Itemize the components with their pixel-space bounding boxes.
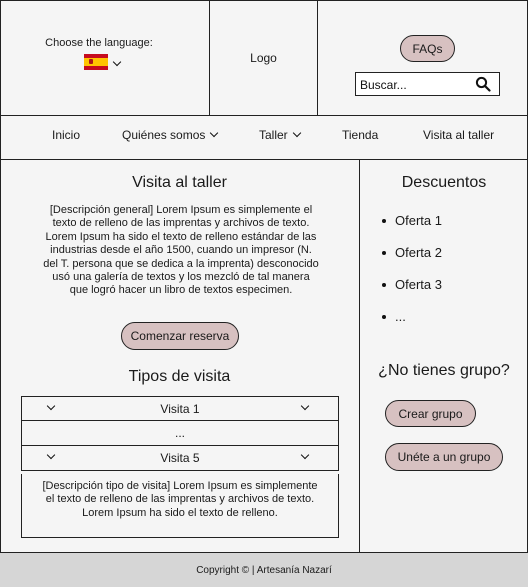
accordion-ellipsis: ...: [21, 420, 339, 446]
spain-flag-icon: [84, 54, 108, 70]
bullet-icon: [382, 315, 386, 319]
header: Choose the language: Logo FAQs: [0, 0, 528, 116]
accordion-visita-1[interactable]: Visita 1: [21, 396, 339, 421]
accordion-label: ...: [174, 426, 185, 440]
bullet-icon: [382, 251, 386, 255]
general-description: [Descripción general] Lorem Ipsum es sim…: [43, 204, 319, 297]
bullet-icon: [382, 219, 386, 223]
chevron-down-icon: [292, 128, 301, 138]
nav-item-tienda[interactable]: Tienda: [342, 128, 378, 142]
chevron-down-icon: [300, 450, 310, 460]
sidebar: Descuentos Oferta 1 Oferta 2 Oferta 3 ..…: [360, 160, 528, 552]
list-item[interactable]: Oferta 1: [382, 213, 442, 245]
logo-text: Logo: [250, 51, 277, 65]
chevron-down-icon: [210, 128, 219, 138]
chevron-down-icon: [300, 401, 310, 411]
nav-item-taller[interactable]: Taller: [259, 128, 301, 142]
nav-item-label: Taller: [259, 128, 288, 142]
chevron-down-icon: [46, 450, 56, 460]
create-group-button[interactable]: Crear grupo: [385, 400, 476, 427]
nav-item-quienes-somos[interactable]: Quiénes somos: [122, 128, 219, 142]
nav-item-label: Visita al taller: [423, 128, 495, 142]
faqs-button[interactable]: FAQs: [400, 35, 455, 62]
main-content: Visita al taller [Descripción general] L…: [0, 160, 360, 552]
bullet-icon: [382, 283, 386, 287]
accordion-label: Visita 1: [160, 401, 200, 416]
logo[interactable]: Logo: [210, 0, 318, 116]
offers-list: Oferta 1 Oferta 2 Oferta 3 ...: [382, 213, 442, 341]
nav-item-label: Tienda: [342, 128, 379, 142]
nav-item-label: Quiénes somos: [122, 128, 206, 142]
nav-item-visita-al-taller[interactable]: Visita al taller: [423, 128, 494, 142]
search-icon[interactable]: [475, 76, 491, 92]
discounts-title: Descuentos: [401, 174, 487, 191]
join-group-button[interactable]: Unéte a un grupo: [385, 443, 503, 471]
visit-type-description: [Descripción tipo de visita] Lorem Ipsum…: [21, 474, 339, 538]
list-item: ...: [382, 309, 442, 341]
offer-label: Oferta 3: [395, 277, 442, 292]
visit-types-title: Tipos de visita: [128, 368, 231, 385]
nav-item-inicio[interactable]: Inicio: [52, 128, 80, 142]
language-label: Choose the language:: [45, 37, 153, 49]
accordion-label: Visita 5: [160, 451, 200, 465]
group-question: ¿No tienes grupo?: [378, 362, 510, 379]
offer-label: ...: [395, 309, 406, 324]
offer-label: Oferta 1: [395, 213, 442, 228]
offer-label: Oferta 2: [395, 245, 442, 260]
search-box: [355, 72, 500, 96]
nav-item-label: Inicio: [52, 128, 81, 142]
list-item[interactable]: Oferta 2: [382, 245, 442, 277]
list-item[interactable]: Oferta 3: [382, 277, 442, 309]
language-selector-panel: Choose the language:: [0, 0, 210, 116]
main-nav: Inicio Quiénes somos Taller Tienda Visit…: [0, 116, 528, 160]
language-dropdown[interactable]: [84, 54, 122, 70]
accordion-visita-5[interactable]: Visita 5: [21, 445, 339, 471]
chevron-down-icon: [46, 401, 56, 411]
page-title: Visita al taller: [132, 174, 227, 191]
footer: Copyright © | Artesanía Nazarí: [0, 552, 528, 587]
search-input[interactable]: [360, 76, 472, 93]
chevron-down-icon: [112, 57, 122, 67]
copyright-text: Copyright © | Artesanía Nazarí: [196, 564, 332, 576]
start-booking-button[interactable]: Comenzar reserva: [121, 322, 239, 350]
